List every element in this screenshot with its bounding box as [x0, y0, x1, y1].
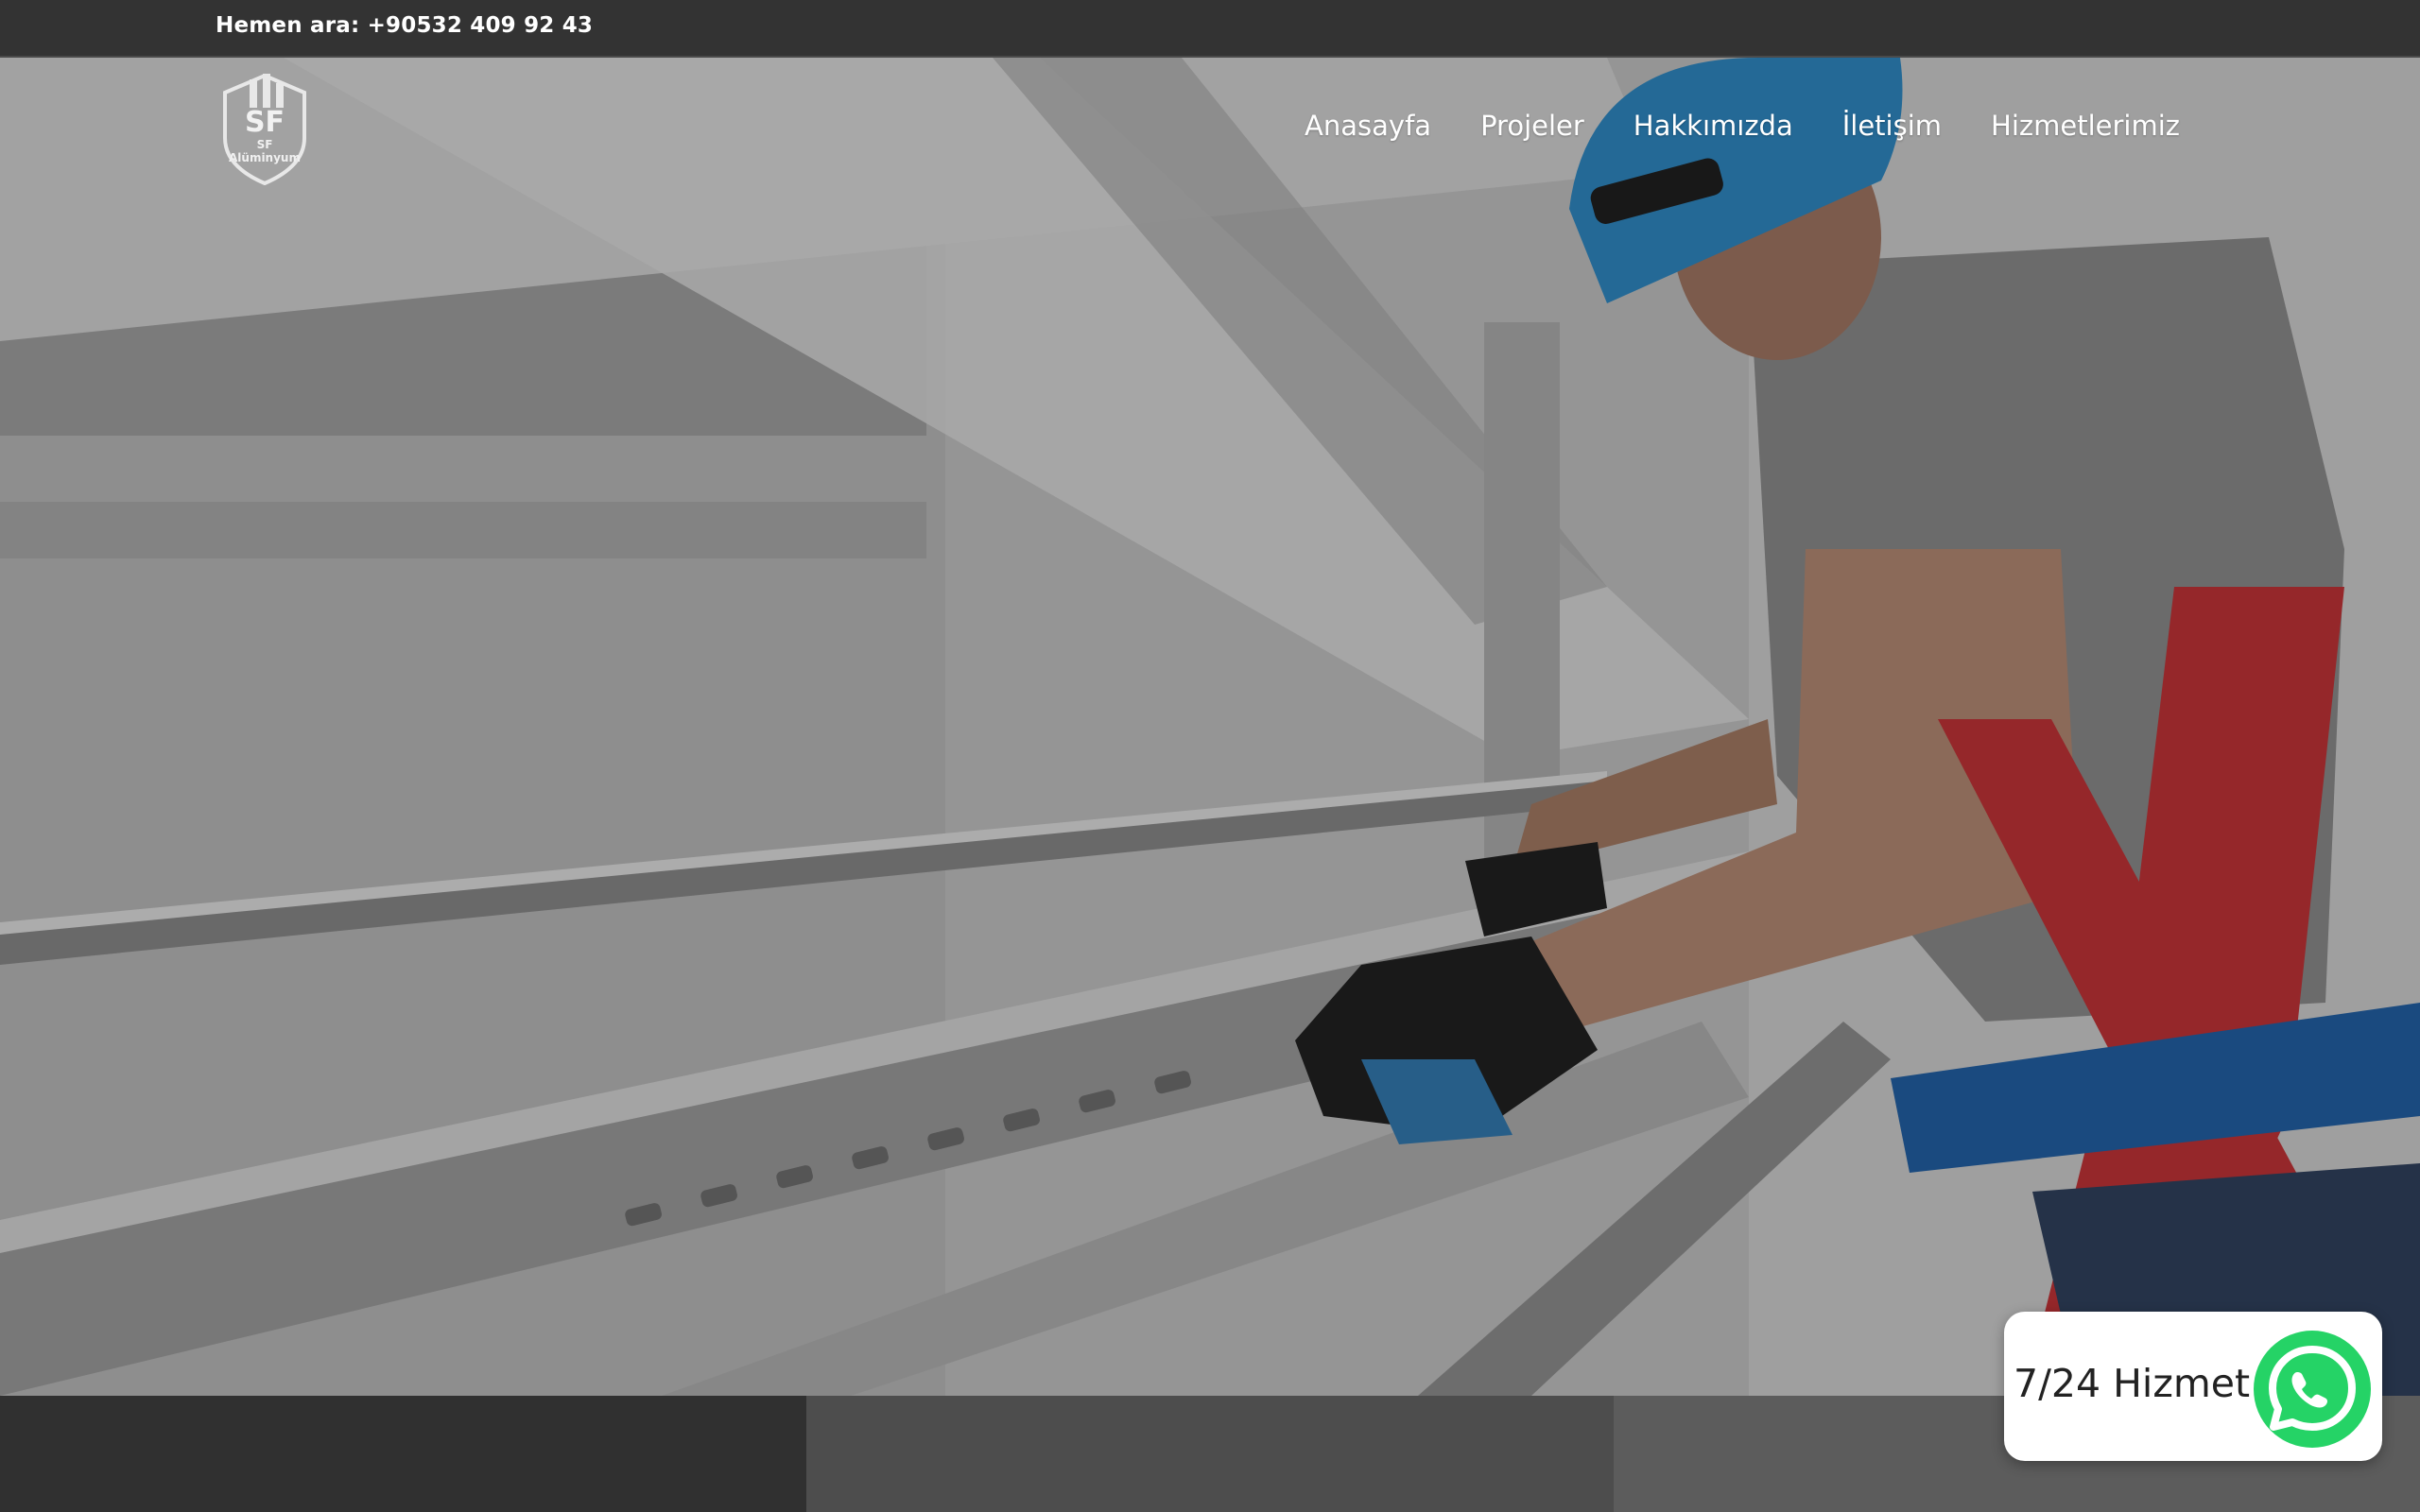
- hero-banner: [0, 58, 2420, 1396]
- nav-item-hizmetlerimiz[interactable]: Hizmetlerimiz: [1991, 110, 2180, 142]
- feature-panel-1: [0, 1396, 807, 1512]
- nav-item-hakkimizda[interactable]: Hakkımızda: [1634, 110, 1793, 142]
- logo-initials: SF: [244, 106, 285, 139]
- nav-item-iletisim[interactable]: İletişim: [1842, 110, 1942, 142]
- nav-item-anasayfa[interactable]: Anasayfa: [1305, 110, 1431, 142]
- phone-contact-text[interactable]: Hemen ara: +90532 409 92 43: [216, 13, 593, 38]
- whatsapp-label: 7/24 Hizmet: [2014, 1361, 2251, 1406]
- whatsapp-support-button[interactable]: 7/24 Hizmet: [2004, 1312, 2382, 1461]
- main-navigation: Anasayfa Projeler Hakkımızda İletişim Hi…: [1305, 110, 2180, 142]
- nav-item-projeler[interactable]: Projeler: [1480, 110, 1584, 142]
- hero-dim-overlay: [0, 58, 2420, 1396]
- feature-panel-2: [806, 1396, 1614, 1512]
- brand-logo[interactable]: SF SF Alüminyum: [221, 72, 308, 186]
- top-bar: Hemen ara: +90532 409 92 43: [0, 0, 2420, 58]
- logo-text: SF Alüminyum: [229, 138, 301, 164]
- whatsapp-icon: [2254, 1331, 2371, 1448]
